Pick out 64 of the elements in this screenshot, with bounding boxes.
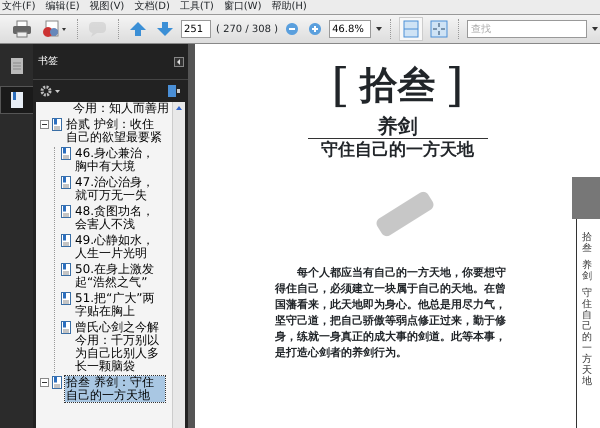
bookmark-item[interactable]: 48.贪图功名，会害人不浅 [74, 205, 160, 231]
page-icon [10, 57, 24, 75]
menu-item[interactable]: 文件(F) [2, 0, 36, 14]
bookmark-item[interactable]: 47.治心治身，就可万无一失 [74, 176, 160, 202]
down-arrow-icon [156, 20, 174, 38]
bookmark-icon [61, 176, 71, 189]
collapse-toggle[interactable] [40, 378, 49, 387]
bookmark-item[interactable]: 49.心静如水，人生一片光明 [74, 234, 160, 260]
bookmark-icon [61, 321, 71, 334]
bookmark-icon [61, 292, 71, 305]
bracket: [ [332, 62, 350, 108]
printer-icon [12, 20, 32, 38]
bookmark-item[interactable]: 46.身心兼治，胸中有大境 [74, 147, 160, 173]
bookmark-icon [61, 234, 71, 247]
menu-item[interactable]: 视图(V) [90, 0, 124, 14]
up-arrow-icon [129, 20, 147, 38]
page-number-field[interactable]: 251 [181, 20, 211, 38]
speech-bubble-icon [88, 20, 108, 38]
panel-title: 书签 [38, 54, 58, 69]
fit-page-icon [402, 20, 420, 38]
body-paragraph: 每个人都应当有自己的一方天地，你要想守得住自己，必须建立一块属于自己的天地。在曾国藩看来，此天地即为身心。他总是用尽力气，坚守己道，把自己骄傲等弱点修正过来，勤于修身，练就一身真正的成大事的剑道。此等本事，是打造心剑者的养剑行为。 [275, 265, 507, 361]
bookmark-item[interactable]: 51.把“广大”两字贴在胸上 [74, 292, 160, 318]
scrollbar[interactable] [172, 102, 185, 428]
collapse-button[interactable] [174, 56, 184, 66]
menu-item[interactable]: 帮助(H) [271, 0, 307, 14]
menu-item[interactable]: 工具(T) [180, 0, 214, 14]
fit-page-button[interactable] [399, 17, 424, 41]
caret-icon[interactable] [592, 27, 598, 31]
plus-icon [308, 22, 322, 36]
menu-item[interactable]: 文档(D) [134, 0, 170, 14]
bookmark-item[interactable]: 拾贰 护剑：收住自己的欲望最要紧 [65, 118, 165, 144]
bookmark-item[interactable]: 50.在身上激发起“浩然之气” [74, 263, 160, 289]
bookmark-add-button[interactable] [165, 82, 183, 100]
margin-text: 拾叁 [582, 232, 592, 254]
bookmark-item[interactable]: 今用：知人而善用 [72, 102, 172, 115]
caret-icon[interactable] [376, 27, 382, 31]
minus-icon [285, 22, 300, 36]
bookmark-icon [61, 205, 71, 218]
bracket: ] [446, 62, 464, 108]
minus-icon [42, 382, 47, 383]
bookmark-icon [10, 91, 24, 109]
chapter-title: 养剑 [376, 114, 418, 138]
zoom-field[interactable]: 46.8% [329, 20, 372, 38]
collapse-toggle[interactable] [40, 120, 49, 129]
bookmark-item[interactable]: 曾氏心剑之今解今用：千万别以为自己比别人多长一颗脑袋 [74, 321, 160, 373]
margin-text: 养剑 [582, 260, 592, 282]
fit-window-icon [430, 20, 448, 38]
bookmark-icon [52, 118, 62, 131]
bookmarks-tab[interactable] [0, 86, 33, 114]
document-icon [41, 20, 67, 38]
menu-item[interactable]: 窗口(W) [224, 0, 262, 14]
bookmark-icon [61, 263, 71, 276]
bookmark-icon [52, 376, 62, 389]
photo-placeholder [572, 177, 600, 219]
chapter-subtitle: 守住自己的一方天地 [308, 138, 488, 161]
bookmark-item[interactable]: 拾叁 养剑：守住自己的一方天地 [65, 376, 165, 402]
minus-icon [42, 124, 47, 125]
margin-text: 守住自己的一方天地 [582, 288, 592, 387]
search-field[interactable]: 查找 [467, 20, 588, 38]
left-triangle-icon [177, 58, 181, 64]
bookmark-icon [61, 147, 71, 160]
menu-item[interactable]: 编辑(E) [46, 0, 80, 14]
chapter-number: 拾叁 [360, 62, 436, 108]
page-count: ( 270 / 308 ) [216, 22, 278, 36]
